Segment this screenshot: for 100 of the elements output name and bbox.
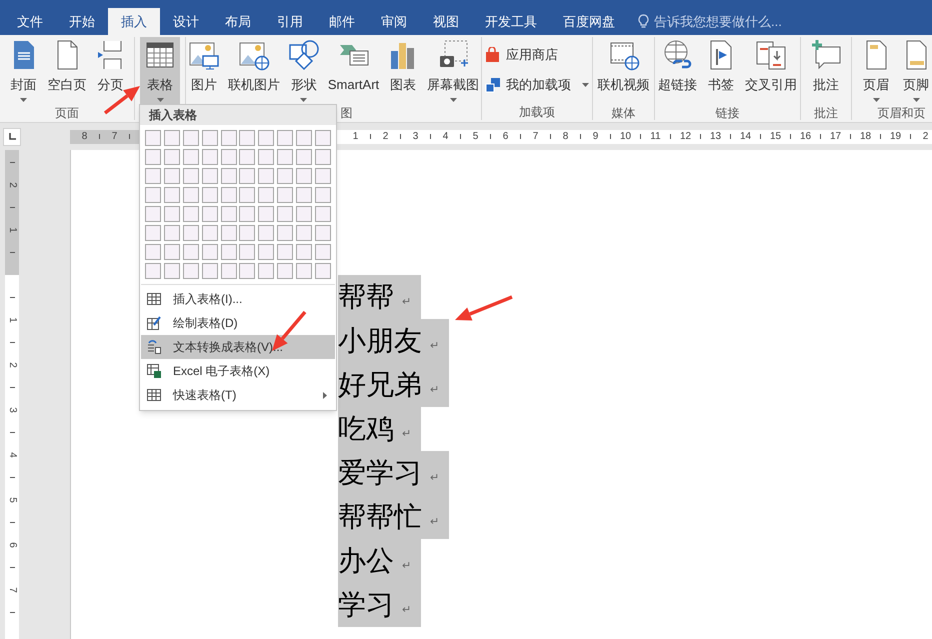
ribbon-button[interactable]: 页眉 bbox=[858, 37, 894, 105]
ribbon-button[interactable]: 批注 bbox=[806, 37, 846, 105]
ribbon-tab[interactable]: 文件 bbox=[4, 8, 56, 35]
ribbon-tab[interactable]: 开始 bbox=[56, 8, 108, 35]
ribbon-tab[interactable]: 插入 bbox=[108, 8, 160, 35]
table-icon bbox=[147, 388, 161, 402]
ribbon-button[interactable]: 分页 bbox=[90, 37, 130, 105]
ruler-number: 5 bbox=[472, 130, 480, 144]
caret-icon bbox=[912, 98, 920, 102]
document-line: 吃鸡 bbox=[338, 412, 394, 446]
document-line: 帮帮忙 bbox=[338, 500, 422, 534]
document-line: 爱学习 bbox=[338, 456, 422, 490]
ribbon-tab[interactable]: 设计 bbox=[160, 8, 212, 35]
caret-icon bbox=[872, 98, 880, 102]
shopping-bag-icon bbox=[485, 47, 501, 63]
ruler-number: 3 bbox=[7, 407, 17, 413]
ribbon-tab[interactable]: 视图 bbox=[420, 8, 472, 35]
ruler-number: 10 bbox=[618, 130, 632, 144]
ruler-number: 2 bbox=[7, 362, 17, 368]
tab-stop-icon bbox=[8, 133, 16, 140]
paragraph-mark: ↵ bbox=[430, 470, 439, 486]
ribbon-button[interactable]: 图表 bbox=[383, 37, 424, 105]
ruler-number: 7 bbox=[532, 130, 540, 144]
caret-icon bbox=[156, 98, 164, 102]
ruler-number: 4 bbox=[7, 452, 17, 458]
ruler-number: 6 bbox=[7, 542, 17, 548]
ribbon-tab[interactable]: 引用 bbox=[264, 8, 316, 35]
caret-icon bbox=[450, 98, 457, 102]
ruler-number: 8 bbox=[562, 130, 570, 144]
ribbon-button[interactable]: 空白页 bbox=[44, 37, 90, 105]
ruler-number: 1 bbox=[7, 317, 17, 323]
ribbon-button[interactable]: 形状 bbox=[284, 37, 324, 105]
group-label: 页面 bbox=[55, 105, 79, 121]
document-line: 办公 bbox=[338, 544, 394, 578]
ruler-number: 2 bbox=[922, 130, 930, 144]
menu-item[interactable]: Excel 电子表格(X) bbox=[141, 359, 335, 383]
ruler-number: 9 bbox=[592, 130, 600, 144]
ribbon-button[interactable]: 联机视频 bbox=[594, 37, 654, 105]
ribbon-button[interactable]: 应用商店 bbox=[481, 43, 562, 67]
globe-link-icon bbox=[662, 39, 694, 71]
spreadsheet-icon bbox=[147, 364, 161, 378]
ribbon-button[interactable]: 屏幕截图 bbox=[423, 37, 484, 105]
ribbon-button[interactable]: 图片 bbox=[184, 37, 224, 105]
ribbon-button[interactable]: 超链接 bbox=[654, 37, 701, 105]
ruler-number: 5 bbox=[7, 497, 17, 503]
tell-me-field[interactable]: 告诉我您想要做什么... bbox=[638, 8, 814, 35]
ribbon-tab[interactable]: 审阅 bbox=[368, 8, 420, 35]
ruler-number: 15 bbox=[768, 130, 782, 144]
paragraph-mark: ↵ bbox=[430, 338, 439, 354]
shapes-icon bbox=[288, 39, 320, 71]
ruler-number: 16 bbox=[798, 130, 812, 144]
ruler-number: 4 bbox=[442, 130, 450, 144]
ribbon-button[interactable]: 交叉引用 bbox=[741, 37, 801, 105]
group-label: 链接 bbox=[716, 105, 740, 121]
menu-item[interactable]: 插入表格(I)... bbox=[141, 287, 335, 311]
paragraph-mark: ↵ bbox=[402, 602, 411, 618]
ribbon-tab[interactable]: 百度网盘 bbox=[550, 8, 628, 35]
tab-stop-button[interactable] bbox=[3, 128, 21, 146]
ruler-number: 12 bbox=[678, 130, 692, 144]
ruler-number: 13 bbox=[708, 130, 722, 144]
document-line: 帮帮 bbox=[338, 280, 394, 314]
menu-item[interactable]: 绘制表格(D) bbox=[141, 311, 335, 335]
group-label: 批注 bbox=[814, 105, 838, 121]
document-line: 小朋友 bbox=[338, 324, 422, 358]
ribbon-tab[interactable]: 布局 bbox=[212, 8, 264, 35]
ribbon-button[interactable]: SmartArt bbox=[324, 37, 384, 105]
lightbulb-icon bbox=[638, 14, 649, 29]
ribbon-tab[interactable]: 开发工具 bbox=[472, 8, 550, 35]
ruler-number: 7 bbox=[110, 130, 118, 144]
ribbon-button[interactable]: 页脚 bbox=[898, 37, 932, 105]
ribbon-button[interactable]: 联机图片 bbox=[224, 37, 284, 105]
group-label: 加载项 bbox=[519, 104, 555, 120]
group-label: 页眉和页 bbox=[878, 105, 926, 121]
paragraph-mark: ↵ bbox=[430, 514, 439, 530]
cubes-icon bbox=[485, 77, 501, 93]
submenu-arrow-icon bbox=[323, 392, 327, 398]
ribbon-button[interactable]: 书签 bbox=[701, 37, 741, 105]
ribbon-button[interactable]: 表格 bbox=[140, 37, 180, 105]
ribbon-button[interactable]: 我的加载项 bbox=[481, 73, 593, 97]
group-label: 图 bbox=[340, 105, 352, 121]
draw-table-icon bbox=[147, 316, 161, 330]
ribbon-tab[interactable]: 邮件 bbox=[316, 8, 368, 35]
group-label: 媒体 bbox=[612, 105, 636, 121]
menu-title: 插入表格 bbox=[149, 107, 197, 124]
ruler-number: 14 bbox=[738, 130, 752, 144]
ruler-number: 17 bbox=[828, 130, 842, 144]
caret-icon bbox=[300, 98, 308, 102]
ruler-number: 6 bbox=[502, 130, 510, 144]
ruler-number: 3 bbox=[412, 130, 420, 144]
ruler-number: 11 bbox=[649, 130, 662, 144]
document-line: 学习 bbox=[338, 588, 394, 622]
ribbon-button[interactable]: 封面 bbox=[4, 37, 44, 105]
ruler-number: 2 bbox=[7, 182, 17, 188]
ruler-number: 1 bbox=[7, 227, 17, 233]
ruler-number: 18 bbox=[858, 130, 872, 144]
ruler-number: 19 bbox=[888, 130, 902, 144]
cross-reference-icon bbox=[755, 39, 787, 71]
arrow-annotation bbox=[455, 295, 513, 320]
menu-item[interactable]: 快速表格(T) bbox=[141, 383, 335, 407]
comment-icon bbox=[810, 39, 842, 71]
